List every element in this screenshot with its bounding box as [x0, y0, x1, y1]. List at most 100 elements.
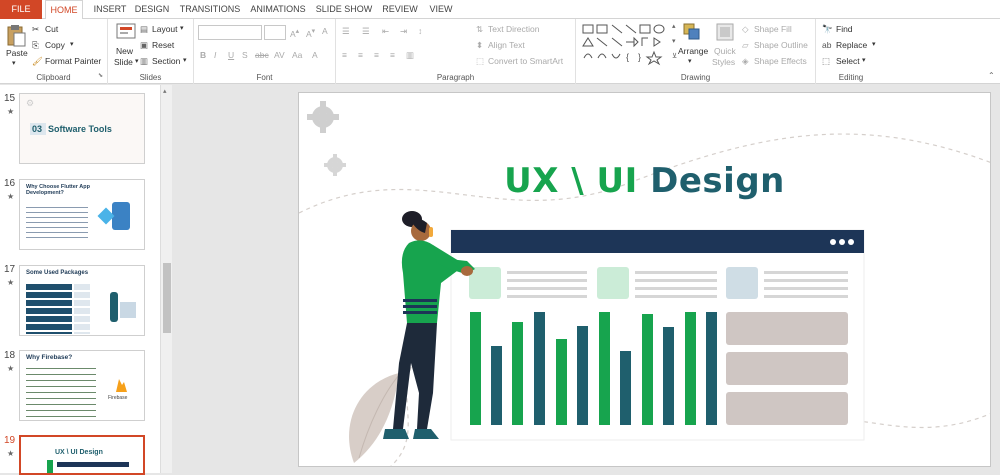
- paste-icon[interactable]: [6, 23, 26, 47]
- section-dropdown-icon[interactable]: ▾: [183, 56, 187, 64]
- new-slide-button-line2[interactable]: Slide: [114, 57, 133, 67]
- select-button[interactable]: Select: [836, 56, 860, 66]
- browser-title-bar: [451, 230, 864, 253]
- gear-icon: [307, 101, 339, 133]
- tab-animations[interactable]: ANIMATIONS: [250, 0, 306, 19]
- quick-styles-icon[interactable]: [716, 23, 736, 43]
- slide-number: 17: [4, 264, 16, 275]
- reset-icon: ▣: [140, 40, 149, 50]
- copy-button[interactable]: Copy: [45, 40, 65, 50]
- slide-thumbnail-19-selected[interactable]: UX \ UI Design: [19, 435, 145, 475]
- layout-button[interactable]: Layout: [152, 24, 178, 34]
- scroll-up-icon[interactable]: ▴: [163, 87, 167, 95]
- card-placeholder: [726, 392, 848, 425]
- thumb-title: Some Used Packages: [26, 270, 89, 276]
- bullets-icon[interactable]: ☰: [342, 26, 350, 37]
- thumb-title: UX \ UI Design: [55, 449, 103, 456]
- font-name-box[interactable]: [198, 25, 262, 40]
- replace-button[interactable]: Replace: [836, 40, 867, 50]
- thumbnail-scrollbar[interactable]: ▴: [160, 85, 172, 473]
- shrink-font-icon[interactable]: A▾: [306, 26, 315, 39]
- replace-dropdown-icon[interactable]: ▾: [872, 40, 876, 48]
- layout-dropdown-icon[interactable]: ▾: [180, 24, 184, 32]
- shadow-icon[interactable]: S: [242, 50, 248, 60]
- tab-design[interactable]: DESIGN: [134, 0, 170, 19]
- align-center-icon[interactable]: ≡: [358, 50, 363, 60]
- decrease-indent-icon[interactable]: ⇤: [382, 26, 389, 37]
- shapes-scroll-up-icon[interactable]: ▴: [672, 22, 676, 30]
- reset-button[interactable]: Reset: [152, 40, 174, 50]
- tab-insert[interactable]: INSERT: [92, 0, 128, 19]
- format-painter-button[interactable]: Format Painter: [45, 56, 101, 66]
- increase-indent-icon[interactable]: ⇥: [400, 26, 407, 37]
- dialog-launcher-icon[interactable]: ⬊: [98, 72, 103, 79]
- arrange-button[interactable]: Arrange: [678, 46, 708, 56]
- tab-review[interactable]: REVIEW: [380, 0, 420, 19]
- shapes-scroll-down-icon[interactable]: ▾: [672, 37, 676, 45]
- columns-icon[interactable]: ▥: [406, 50, 414, 61]
- shape-fill-button[interactable]: Shape Fill: [754, 24, 792, 34]
- arrange-icon[interactable]: [682, 22, 702, 44]
- shapes-more-icon[interactable]: ⊻: [672, 52, 677, 60]
- cut-button[interactable]: Cut: [45, 24, 58, 34]
- new-slide-dropdown-icon[interactable]: ▾: [135, 57, 139, 65]
- grow-font-icon[interactable]: A▴: [290, 26, 299, 39]
- shapes-gallery[interactable]: { }: [580, 22, 672, 66]
- slide-title[interactable]: UX \ UI Design: [299, 161, 990, 201]
- gear-icon: ⚙: [26, 98, 35, 108]
- slide-title-part2: Design: [637, 161, 785, 201]
- select-dropdown-icon[interactable]: ▾: [862, 56, 866, 64]
- font-size-box[interactable]: [264, 25, 286, 40]
- align-right-icon[interactable]: ≡: [374, 50, 379, 60]
- tab-file[interactable]: FILE: [0, 0, 42, 19]
- align-text-button[interactable]: Align Text: [488, 40, 525, 50]
- slide-thumbnail-15[interactable]: 03 Software Tools ⚙: [19, 93, 145, 164]
- arrange-dropdown-icon[interactable]: ▾: [688, 57, 692, 65]
- font-color-icon[interactable]: A: [312, 50, 318, 60]
- new-slide-icon[interactable]: [116, 23, 138, 43]
- underline-icon[interactable]: U: [228, 50, 234, 60]
- tab-slide-show[interactable]: SLIDE SHOW: [314, 0, 374, 19]
- paste-button[interactable]: Paste: [6, 48, 28, 58]
- image-placeholder: [597, 267, 629, 299]
- transition-star-icon: ★: [7, 364, 15, 373]
- paragraph-label: Paragraph: [436, 73, 475, 82]
- italic-icon[interactable]: I: [214, 50, 216, 60]
- tab-view[interactable]: VIEW: [426, 0, 456, 19]
- quick-styles-button[interactable]: Quick: [714, 46, 736, 56]
- tab-transitions[interactable]: TRANSITIONS: [178, 0, 242, 19]
- copy-dropdown-icon[interactable]: ▾: [70, 40, 74, 48]
- collapse-ribbon-icon[interactable]: ⌃: [988, 71, 995, 80]
- current-slide[interactable]: UX \ UI Design: [298, 92, 991, 467]
- find-button[interactable]: Find: [836, 24, 853, 34]
- slide-thumbnail-17[interactable]: Some Used Packages: [19, 265, 145, 336]
- shape-outline-button[interactable]: Shape Outline: [754, 40, 808, 50]
- shape-effects-button[interactable]: Shape Effects: [754, 56, 807, 66]
- line-spacing-icon[interactable]: ↕: [418, 26, 422, 36]
- transition-star-icon: ★: [7, 192, 15, 201]
- new-slide-button[interactable]: New: [116, 46, 133, 56]
- numbering-icon[interactable]: ☰: [362, 26, 370, 37]
- text-direction-button[interactable]: Text Direction: [488, 24, 540, 34]
- char-spacing-icon[interactable]: AV: [274, 50, 285, 60]
- paragraph-group: ☰ ☰ ⇤ ⇥ ↕ ≡ ≡ ≡ ≡ ▥ ⇅ Text Direction ⬍ A…: [336, 19, 576, 84]
- tab-home[interactable]: HOME: [45, 0, 83, 20]
- svg-text:{: {: [626, 52, 629, 62]
- justify-icon[interactable]: ≡: [390, 50, 395, 60]
- slide-thumbnail-16[interactable]: Why Choose Flutter App Development?: [19, 179, 145, 250]
- replace-icon: ab: [822, 40, 832, 50]
- scrollbar-thumb[interactable]: [163, 263, 171, 333]
- quick-styles-button-line2[interactable]: Styles: [712, 57, 735, 67]
- bold-icon[interactable]: B: [200, 50, 206, 60]
- strikethrough-icon[interactable]: abc: [255, 50, 269, 60]
- slide-thumbnail-18[interactable]: Why Firebase? Firebase: [19, 350, 145, 421]
- convert-smartart-button[interactable]: Convert to SmartArt: [488, 56, 563, 66]
- section-button[interactable]: Section: [152, 56, 180, 66]
- copy-icon: ⎘: [32, 40, 39, 50]
- paste-dropdown-icon[interactable]: ▾: [12, 59, 16, 67]
- align-left-icon[interactable]: ≡: [342, 50, 347, 60]
- clear-formatting-icon[interactable]: A: [322, 26, 328, 36]
- change-case-icon[interactable]: Aa: [292, 50, 302, 60]
- drawing-group: { } ▴ ▾ ⊻ Arrange ▾ Quick Styles ◇ Shape…: [576, 19, 816, 84]
- shape-outline-icon: ▱: [742, 40, 749, 50]
